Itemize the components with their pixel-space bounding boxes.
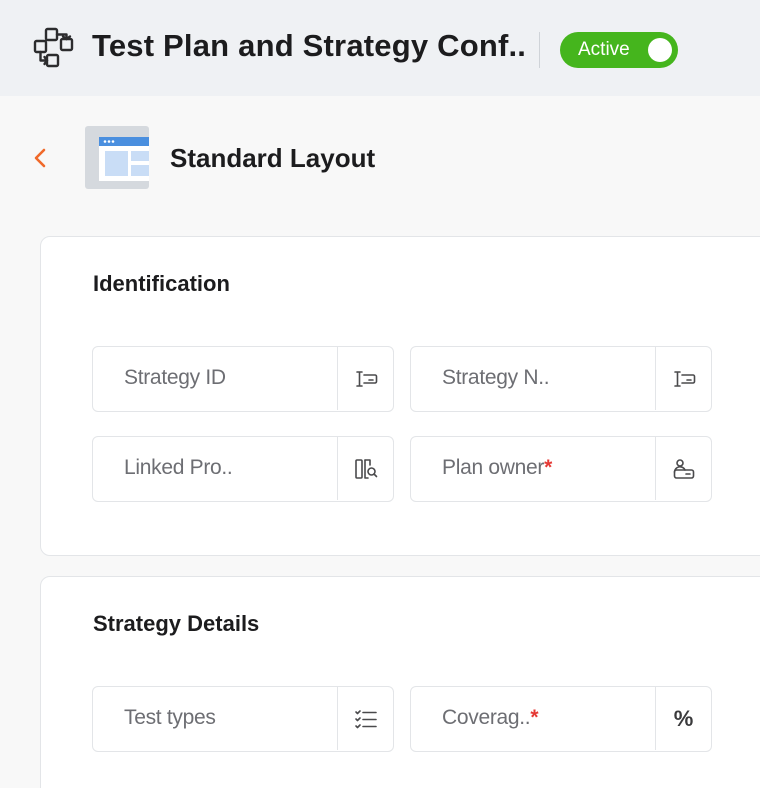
text-field-icon [655,347,711,410]
header-divider [539,32,540,68]
field-label: Coverag.. [442,706,531,729]
required-marker: * [530,706,539,729]
multi-select-icon [337,687,393,750]
section-identification: Identification Strategy ID Strategy N.. … [40,236,760,556]
page-title: Test Plan and Strategy Conf.. [92,28,527,63]
field-coverage[interactable]: Coverag..* % [410,686,712,752]
section-title: Identification [93,271,230,296]
active-toggle-label: Active [578,39,630,60]
workflow-blocks-icon [32,26,76,70]
field-label: Strategy ID [124,366,226,389]
field-label: Test types [124,706,216,729]
layout-thumbnail-icon [85,126,149,189]
section-title: Strategy Details [93,611,260,636]
field-strategy-name[interactable]: Strategy N.. [410,346,712,412]
lookup-icon [337,437,393,500]
section-strategy-details: Strategy Details Test types Coverag..* % [40,576,760,788]
auto-number-icon [337,347,393,410]
field-strategy-id[interactable]: Strategy ID [92,346,394,412]
field-plan-owner[interactable]: Plan owner* [410,436,712,502]
layout-name: Standard Layout [170,143,376,173]
required-marker: * [544,456,552,479]
field-label: Plan owner [442,456,545,479]
field-linked-project[interactable]: Linked Pro.. [92,436,394,502]
chevron-left-icon[interactable] [30,145,50,171]
field-label: Strategy N.. [442,366,550,389]
toggle-knob [648,38,672,62]
user-field-icon [655,437,711,500]
percent-icon: % [655,687,711,750]
field-label: Linked Pro.. [124,456,233,479]
active-toggle[interactable]: Active [560,32,678,68]
field-test-types[interactable]: Test types [92,686,394,752]
percent-glyph: % [673,705,694,731]
app-header: Test Plan and Strategy Conf.. Active [0,0,760,96]
